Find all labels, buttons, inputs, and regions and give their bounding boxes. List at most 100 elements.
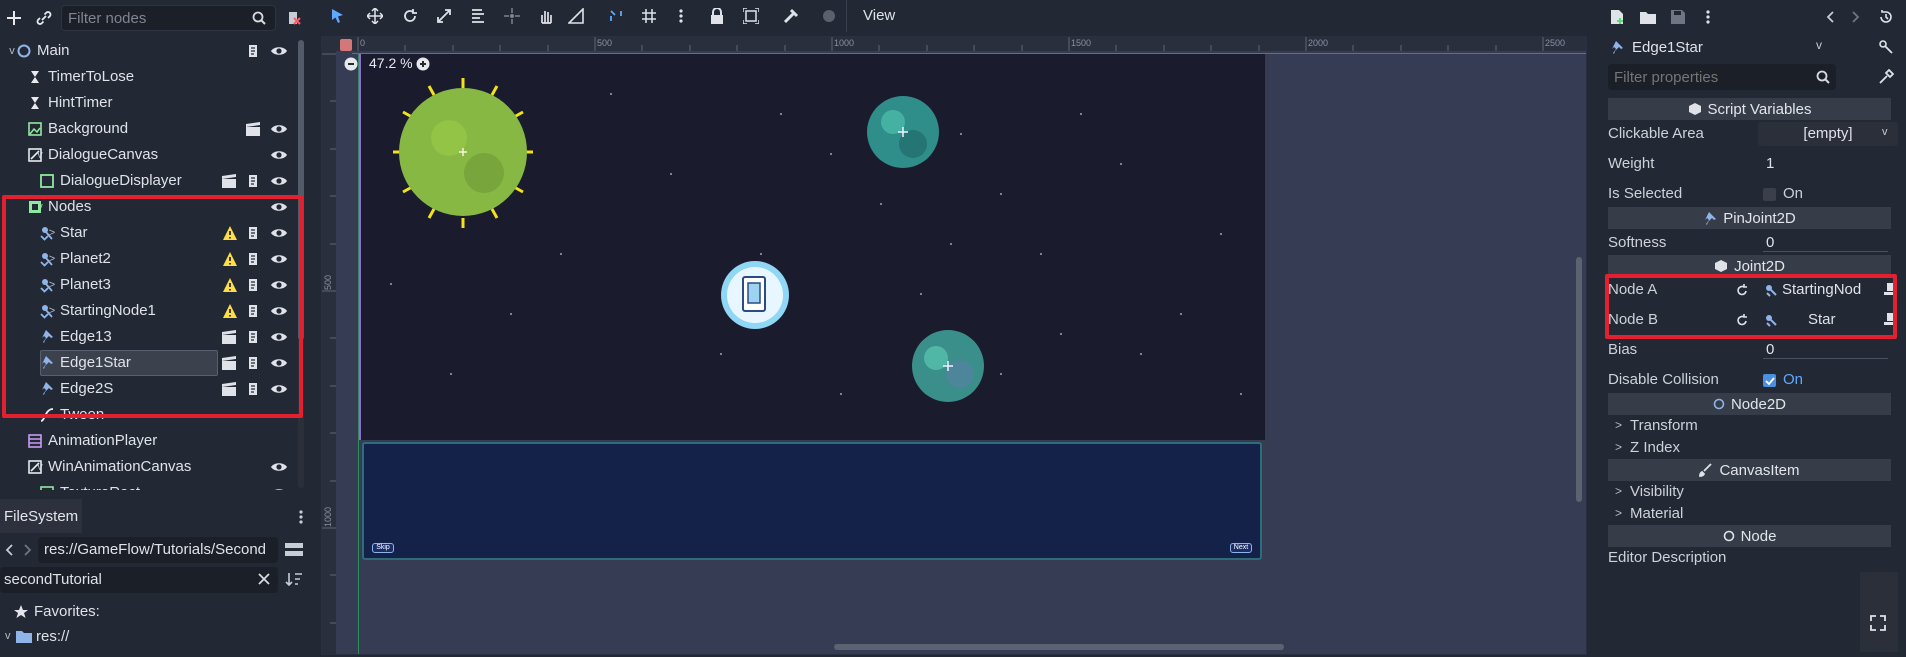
warning-icon[interactable]	[222, 225, 240, 243]
tools-icon[interactable]	[1878, 69, 1894, 85]
canvas-item-header[interactable]: CanvasItem	[1608, 459, 1891, 481]
z-index-group[interactable]: > Z Index	[1608, 437, 1898, 459]
pivot-tool-icon[interactable]	[504, 8, 520, 24]
clear-path-icon[interactable]	[1884, 312, 1896, 328]
object-properties-icon[interactable]	[1878, 39, 1894, 55]
teal-planet-sprite[interactable]	[910, 328, 986, 404]
script-icon[interactable]	[245, 173, 263, 191]
canvas-viewport[interactable]: 0 500 1000 1500 2000 2500 500 1000 47.2 …	[321, 36, 1587, 655]
move-tool-icon[interactable]	[367, 8, 383, 24]
warning-icon[interactable]	[222, 277, 240, 295]
eye-icon[interactable]	[270, 459, 288, 477]
is-selected-checkbox[interactable]	[1763, 188, 1776, 201]
clear-path-icon[interactable]	[1884, 282, 1896, 298]
eye-icon[interactable]	[270, 381, 288, 399]
tree-item-texturerect[interactable]: TextureRect	[0, 480, 302, 490]
scale-tool-icon[interactable]	[436, 8, 452, 24]
scrollbar-thumb[interactable]	[298, 40, 304, 340]
expand-icon[interactable]	[1870, 615, 1886, 631]
group-icon[interactable]	[743, 8, 759, 24]
grid-snap-icon[interactable]	[641, 8, 657, 24]
zoom-out-icon[interactable]	[344, 57, 358, 71]
material-group[interactable]: > Material	[1608, 503, 1898, 525]
scene-tree-scrollbar[interactable]	[298, 40, 304, 488]
viewport-vertical-scrollbar[interactable]	[1576, 257, 1582, 502]
rotate-tool-icon[interactable]	[402, 8, 418, 24]
script-icon[interactable]	[245, 43, 263, 61]
node-b-path[interactable]: Star	[1808, 311, 1836, 328]
eye-icon[interactable]	[270, 121, 288, 139]
softness-slider[interactable]: 0	[1758, 231, 1898, 251]
clapper-icon[interactable]	[221, 329, 239, 347]
filesystem-tab[interactable]: FileSystem	[0, 499, 82, 533]
visibility-group[interactable]: > Visibility	[1608, 481, 1898, 503]
tree-item-planet3[interactable]: > Planet3	[0, 272, 302, 298]
save-icon[interactable]	[1670, 9, 1686, 25]
filter-nodes-field[interactable]	[61, 5, 276, 31]
lock-icon[interactable]	[710, 8, 724, 24]
tree-item-edge1star[interactable]: Edge1Star	[0, 350, 302, 376]
script-icon[interactable]	[245, 251, 263, 269]
forward-arrow-icon[interactable]	[22, 544, 32, 556]
smart-snap-icon[interactable]	[608, 8, 624, 24]
filesystem-path-field[interactable]: res://GameFlow/Tutorials/Second	[38, 537, 278, 563]
back-arrow-icon[interactable]	[5, 544, 15, 556]
skeleton-icon[interactable]	[783, 8, 799, 24]
ruler-tool-icon[interactable]	[568, 8, 584, 24]
starting-node-sprite[interactable]	[719, 259, 791, 331]
snap-options-icon[interactable]	[678, 8, 684, 24]
kebab-menu-icon[interactable]	[298, 509, 304, 525]
tree-item-main[interactable]: v Main	[0, 38, 302, 64]
revert-icon[interactable]	[1735, 313, 1749, 327]
list-select-icon[interactable]	[470, 8, 486, 24]
dialogue-box[interactable]: Skip Next	[362, 442, 1262, 560]
new-resource-icon[interactable]	[1609, 9, 1625, 25]
script-variables-header[interactable]: Script Variables	[1608, 98, 1891, 120]
view-menu[interactable]: View	[863, 7, 895, 24]
skip-button[interactable]: Skip	[372, 543, 394, 553]
eye-icon[interactable]	[270, 173, 288, 191]
script-icon[interactable]	[245, 225, 263, 243]
warning-icon[interactable]	[222, 251, 240, 269]
select-tool-icon[interactable]	[331, 8, 345, 24]
tree-item-background[interactable]: Background	[0, 116, 302, 142]
script-icon[interactable]	[245, 355, 263, 373]
eye-icon[interactable]	[270, 199, 288, 217]
eye-icon[interactable]	[270, 225, 288, 243]
tree-item-dialoguecanvas[interactable]: v DialogueCanvas	[0, 142, 302, 168]
script-button[interactable]	[280, 4, 308, 32]
inspected-node-selector[interactable]: Edge1Star v	[1608, 36, 1828, 60]
tree-item-edge2s[interactable]: Edge2S	[0, 376, 302, 402]
viewport-horizontal-scrollbar[interactable]	[834, 644, 1284, 650]
tree-item-edge13[interactable]: Edge13	[0, 324, 302, 350]
eye-icon[interactable]	[270, 43, 288, 61]
script-icon[interactable]	[245, 303, 263, 321]
next-button[interactable]: Next	[1230, 543, 1252, 553]
res-root-label[interactable]: res://	[36, 628, 69, 645]
tree-item-nodes[interactable]: vNodes	[0, 194, 302, 220]
node2d-header[interactable]: Node2D	[1608, 393, 1891, 415]
filesystem-search-field[interactable]: secondTutorial	[0, 567, 278, 593]
script-icon[interactable]	[245, 277, 263, 295]
eye-icon[interactable]	[270, 485, 288, 490]
clapper-icon[interactable]	[221, 173, 239, 191]
open-folder-icon[interactable]	[1640, 10, 1656, 24]
filter-properties-input[interactable]	[1614, 64, 1804, 90]
camera-override-icon[interactable]	[821, 8, 837, 24]
clear-icon[interactable]	[258, 573, 270, 585]
split-view-icon[interactable]	[285, 543, 303, 557]
tree-item-animationplayer[interactable]: AnimationPlayer	[0, 428, 302, 454]
eye-icon[interactable]	[270, 329, 288, 347]
node-a-path[interactable]: StartingNod	[1782, 281, 1861, 298]
eye-icon[interactable]	[270, 303, 288, 321]
eye-icon[interactable]	[270, 251, 288, 269]
zoom-reset-label[interactable]: 47.2 %	[369, 55, 413, 71]
filter-properties-field[interactable]	[1608, 64, 1836, 90]
disable-collision-checkbox[interactable]	[1763, 374, 1776, 387]
joint2d-header[interactable]: Joint2D	[1608, 255, 1891, 277]
instance-scene-button[interactable]	[30, 4, 58, 32]
tree-item-hinttimer[interactable]: HintTimer	[0, 90, 302, 116]
warning-icon[interactable]	[222, 303, 240, 321]
clapper-icon[interactable]	[221, 381, 239, 399]
history-back-icon[interactable]	[1826, 11, 1836, 23]
